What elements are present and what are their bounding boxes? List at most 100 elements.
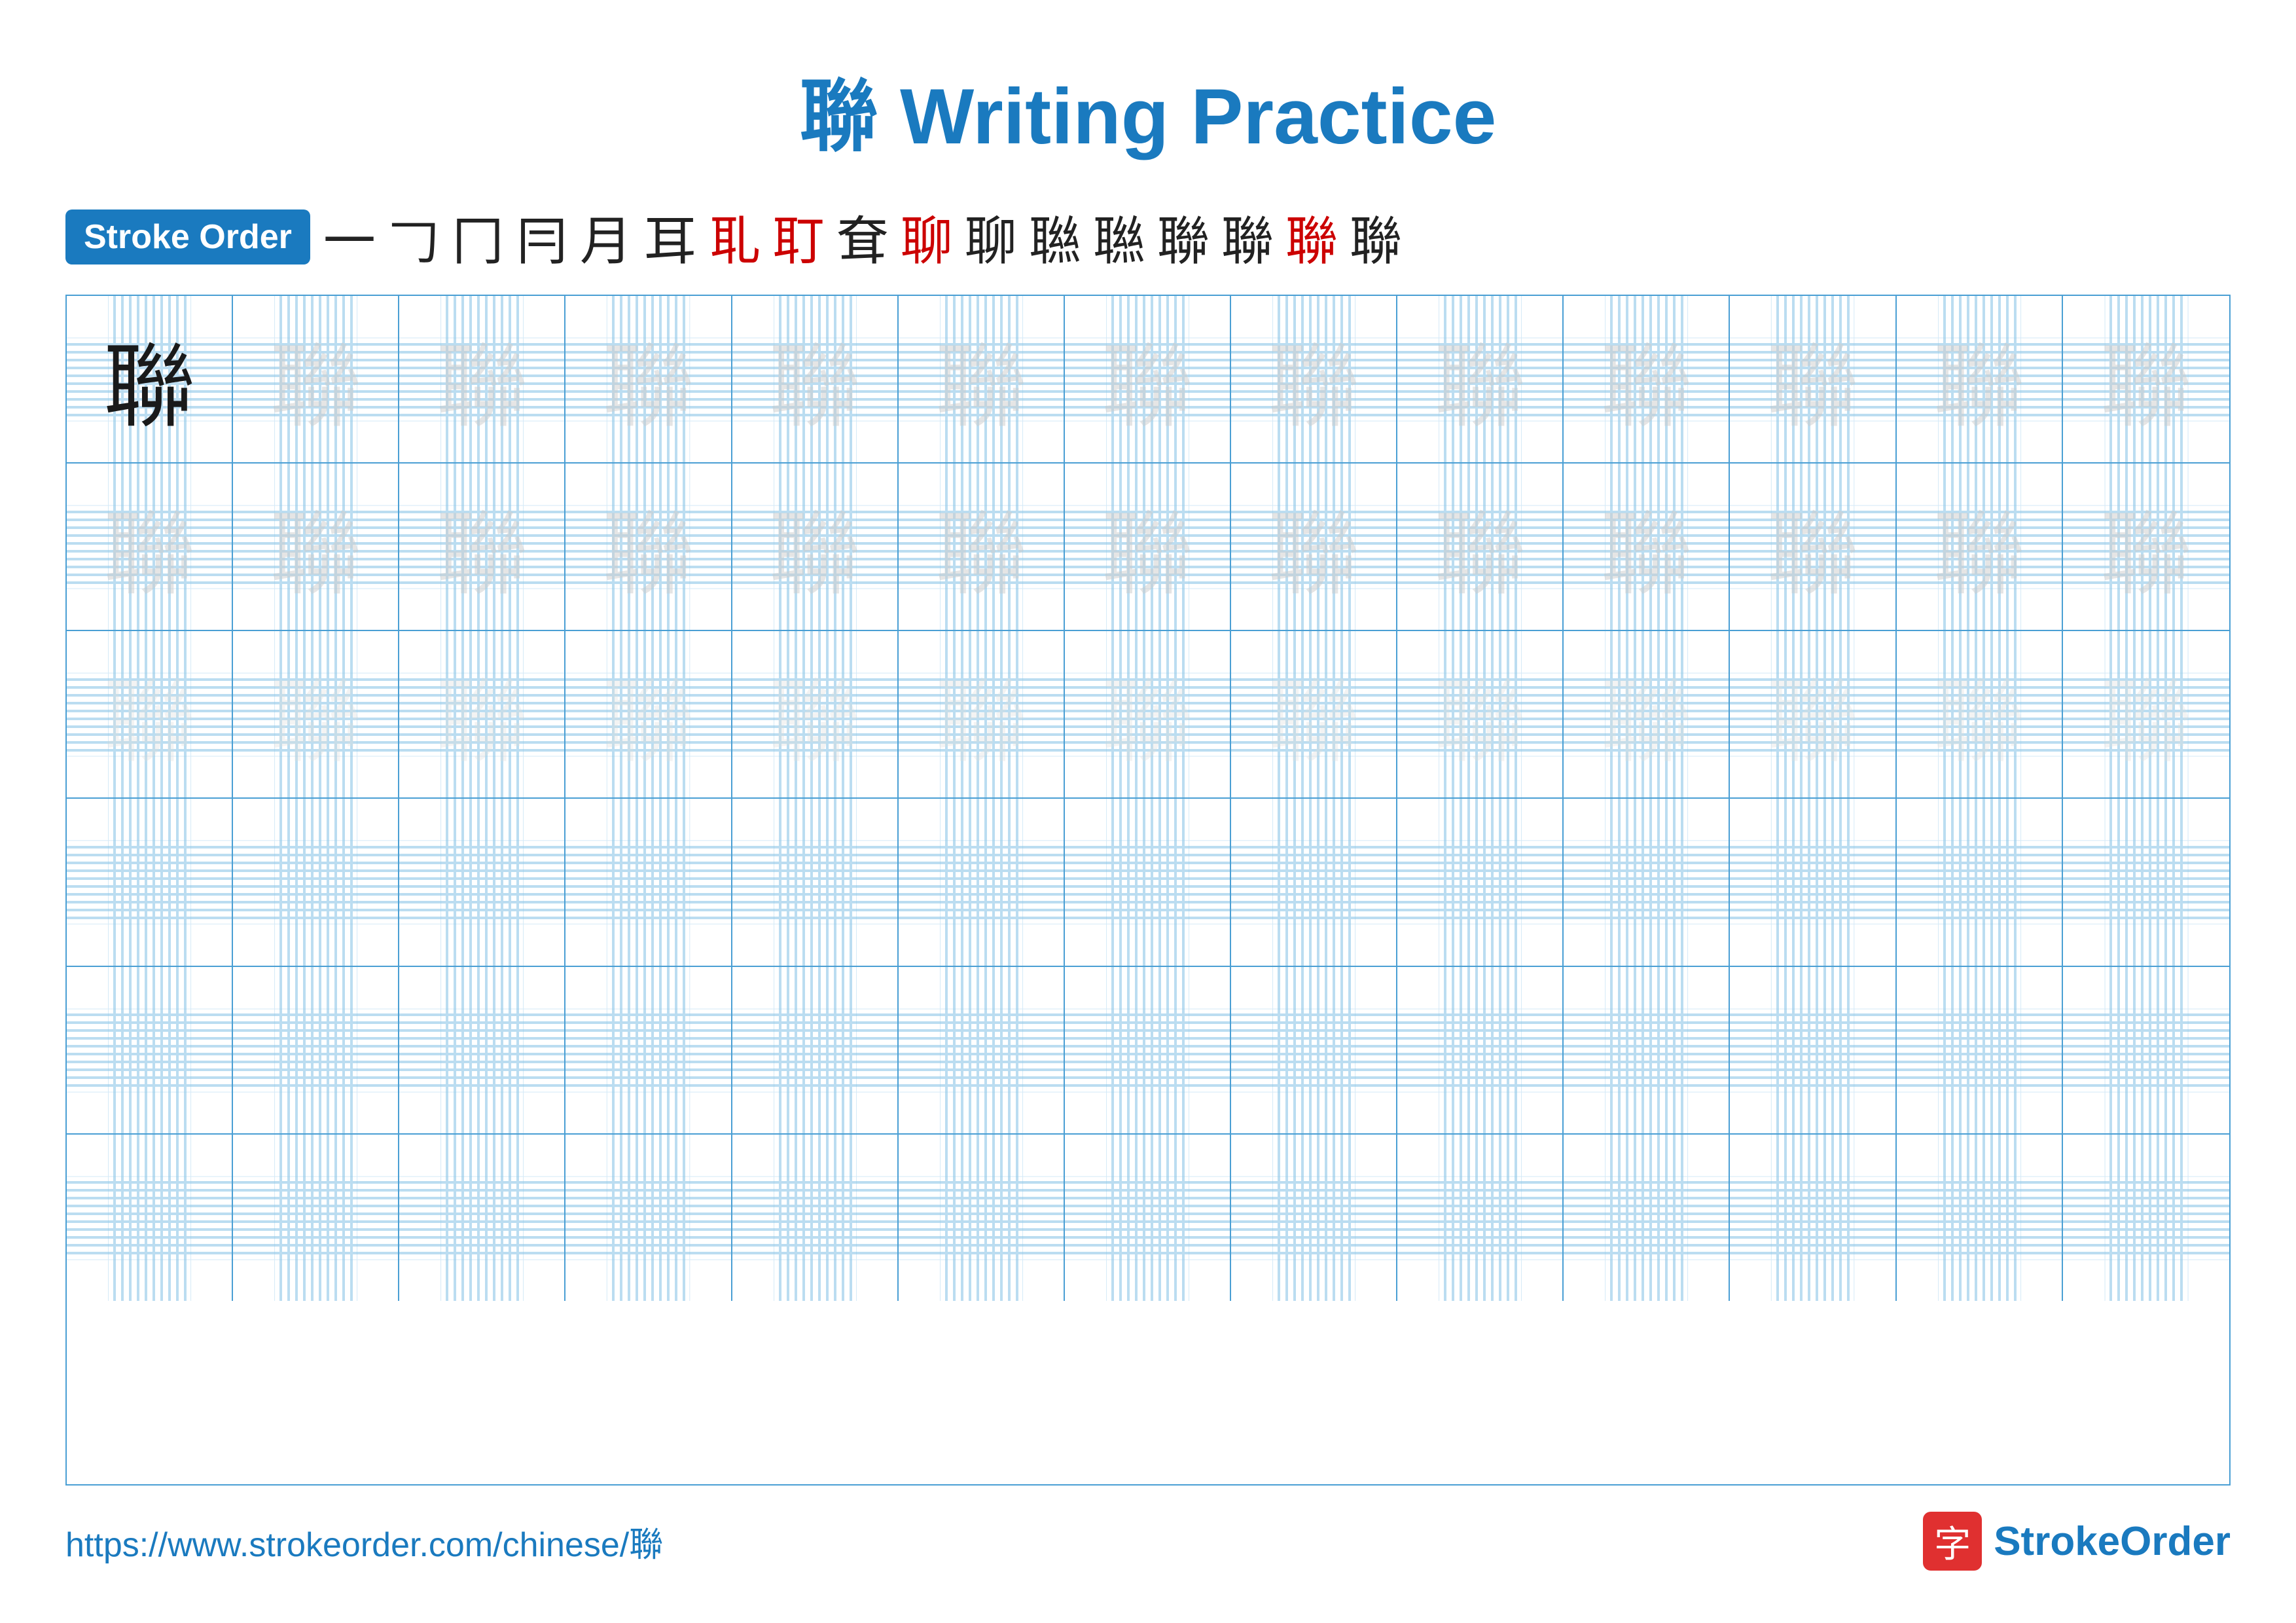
stroke-order-badge: Stroke Order [65, 210, 310, 264]
cell-2-6[interactable]: 聯 [899, 464, 1065, 630]
cell-1-9[interactable]: 聯 [1397, 296, 1564, 462]
cell-1-5[interactable]: 聯 [732, 296, 899, 462]
page-title: 聯 Writing Practice [800, 52, 1497, 166]
title-rest: Writing Practice [878, 73, 1497, 160]
stroke-2: 𠃌 [387, 199, 440, 275]
footer: https://www.strokeorder.com/chinese/聯 字 … [65, 1512, 2231, 1571]
cell-3-10[interactable]: 聯 [1564, 631, 1730, 797]
cell-5-1[interactable] [67, 967, 233, 1133]
cell-6-9[interactable] [1397, 1135, 1564, 1301]
cell-4-2[interactable] [233, 799, 399, 965]
cell-6-10[interactable] [1564, 1135, 1730, 1301]
cell-4-6[interactable] [899, 799, 1065, 965]
cell-2-8[interactable]: 聯 [1231, 464, 1397, 630]
cell-3-9[interactable]: 聯 [1397, 631, 1564, 797]
cell-2-2[interactable]: 聯 [233, 464, 399, 630]
cell-2-4[interactable]: 聯 [565, 464, 732, 630]
char-guide: 聯 [436, 313, 528, 445]
cell-2-10[interactable]: 聯 [1564, 464, 1730, 630]
cell-1-13[interactable]: 聯 [2063, 296, 2229, 462]
cell-6-4[interactable] [565, 1135, 732, 1301]
cell-1-3[interactable]: 聯 [399, 296, 565, 462]
char-guide: 聯 [1767, 313, 1858, 445]
stroke-8: 耵 [772, 199, 825, 275]
cell-3-1[interactable]: 聯 [67, 631, 233, 797]
cell-1-2[interactable]: 聯 [233, 296, 399, 462]
cell-4-9[interactable] [1397, 799, 1564, 965]
cell-5-8[interactable] [1231, 967, 1397, 1133]
cell-4-13[interactable] [2063, 799, 2229, 965]
cell-2-11[interactable]: 聯 [1730, 464, 1896, 630]
cell-6-1[interactable] [67, 1135, 233, 1301]
grid-row-4 [67, 799, 2229, 966]
cell-6-13[interactable] [2063, 1135, 2229, 1301]
cell-5-4[interactable] [565, 967, 732, 1133]
cell-2-9[interactable]: 聯 [1397, 464, 1564, 630]
cell-3-3[interactable]: 聯 [399, 631, 565, 797]
cell-1-1[interactable]: 聯 [67, 296, 233, 462]
cell-2-5[interactable]: 聯 [732, 464, 899, 630]
cell-6-6[interactable] [899, 1135, 1065, 1301]
stroke-6: 耳 [644, 199, 696, 275]
cell-6-5[interactable] [732, 1135, 899, 1301]
cell-2-12[interactable]: 聯 [1897, 464, 2063, 630]
stroke-3: 冂 [452, 199, 504, 275]
cell-1-10[interactable]: 聯 [1564, 296, 1730, 462]
cell-6-12[interactable] [1897, 1135, 2063, 1301]
cell-3-5[interactable]: 聯 [732, 631, 899, 797]
char-dark: 聯 [103, 313, 195, 445]
cell-5-10[interactable] [1564, 967, 1730, 1133]
cell-6-7[interactable] [1065, 1135, 1231, 1301]
cell-3-4[interactable]: 聯 [565, 631, 732, 797]
cell-4-11[interactable] [1730, 799, 1896, 965]
cell-1-7[interactable]: 聯 [1065, 296, 1231, 462]
logo-icon: 字 [1923, 1512, 1982, 1571]
cell-2-3[interactable]: 聯 [399, 464, 565, 630]
char-guide: 聯 [769, 313, 861, 445]
stroke-16: 聯 [1285, 199, 1338, 275]
cell-3-13[interactable]: 聯 [2063, 631, 2229, 797]
cell-6-2[interactable] [233, 1135, 399, 1301]
cell-5-13[interactable] [2063, 967, 2229, 1133]
cell-5-3[interactable] [399, 967, 565, 1133]
cell-2-7[interactable]: 聯 [1065, 464, 1231, 630]
char-guide: 聯 [602, 313, 694, 445]
cell-4-3[interactable] [399, 799, 565, 965]
cell-4-12[interactable] [1897, 799, 2063, 965]
cell-5-9[interactable] [1397, 967, 1564, 1133]
cell-1-12[interactable]: 聯 [1897, 296, 2063, 462]
cell-1-4[interactable]: 聯 [565, 296, 732, 462]
cell-1-6[interactable]: 聯 [899, 296, 1065, 462]
cell-2-13[interactable]: 聯 [2063, 464, 2229, 630]
cell-6-11[interactable] [1730, 1135, 1896, 1301]
cell-4-5[interactable] [732, 799, 899, 965]
cell-4-7[interactable] [1065, 799, 1231, 965]
cell-3-8[interactable]: 聯 [1231, 631, 1397, 797]
cell-3-12[interactable]: 聯 [1897, 631, 2063, 797]
cell-3-2[interactable]: 聯 [233, 631, 399, 797]
cell-5-5[interactable] [732, 967, 899, 1133]
cell-1-8[interactable]: 聯 [1231, 296, 1397, 462]
cell-4-1[interactable] [67, 799, 233, 965]
stroke-13: 聮 [1093, 199, 1145, 275]
char-guide: 聯 [1600, 313, 1692, 445]
cell-5-12[interactable] [1897, 967, 2063, 1133]
grid-row-1: 聯 聯 聯 聯 聯 聯 聯 聯 聯 聯 聯 聯 聯 [67, 296, 2229, 464]
cell-5-2[interactable] [233, 967, 399, 1133]
cell-1-11[interactable]: 聯 [1730, 296, 1896, 462]
cell-4-4[interactable] [565, 799, 732, 965]
cell-2-1[interactable]: 聯 [67, 464, 233, 630]
cell-4-8[interactable] [1231, 799, 1397, 965]
cell-3-6[interactable]: 聯 [899, 631, 1065, 797]
cell-6-8[interactable] [1231, 1135, 1397, 1301]
cell-5-6[interactable] [899, 967, 1065, 1133]
cell-5-11[interactable] [1730, 967, 1896, 1133]
cell-6-3[interactable] [399, 1135, 565, 1301]
footer-url: https://www.strokeorder.com/chinese/聯 [65, 1517, 663, 1566]
cell-3-7[interactable]: 聯 [1065, 631, 1231, 797]
cell-4-10[interactable] [1564, 799, 1730, 965]
cell-5-7[interactable] [1065, 967, 1231, 1133]
stroke-5: 月 [580, 199, 632, 275]
cell-3-11[interactable]: 聯 [1730, 631, 1896, 797]
stroke-9: 耷 [836, 199, 889, 275]
